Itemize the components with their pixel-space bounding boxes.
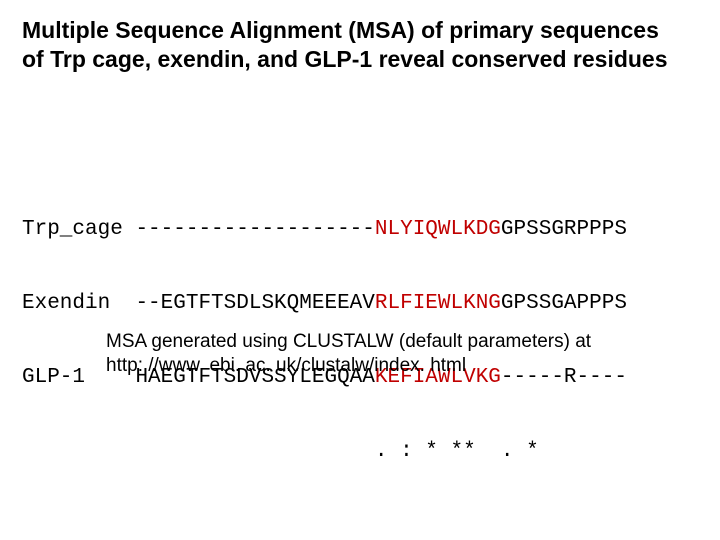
seq-post: GPSSGRPPPS (501, 218, 627, 241)
title-line-1: Multiple Sequence Alignment (MSA) of pri… (22, 17, 659, 43)
seq-label: Trp_cage (22, 218, 123, 243)
seq-post: GPSSGAPPPS (501, 292, 627, 315)
seq-conserved: RLFIEWLKNG (375, 292, 501, 315)
consensus-line: . : * ** . * (22, 440, 627, 465)
consensus-pad (22, 440, 375, 463)
seq-pre: --EGTFTSDLSKQMEEEAV (135, 292, 374, 315)
caption-line-2: http: //www. ebi. ac. uk/clustalw/index.… (106, 355, 466, 376)
seq-pre: ------------------- (135, 218, 374, 241)
slide-title: Multiple Sequence Alignment (MSA) of pri… (22, 16, 698, 74)
title-line-2: of Trp cage, exendin, and GLP-1 reveal c… (22, 46, 668, 72)
caption: MSA generated using CLUSTALW (default pa… (106, 330, 660, 378)
slide: Multiple Sequence Alignment (MSA) of pri… (0, 0, 720, 540)
consensus-marks: . : * ** . * (375, 440, 539, 463)
seq-label: Exendin (22, 292, 123, 317)
alignment-row: Trp_cage -------------------NLYIQWLKDGGP… (22, 218, 627, 243)
caption-line-1: MSA generated using CLUSTALW (default pa… (106, 331, 591, 352)
seq-conserved: NLYIQWLKDG (375, 218, 501, 241)
alignment-row: Exendin --EGTFTSDLSKQMEEEAVRLFIEWLKNGGPS… (22, 292, 627, 317)
